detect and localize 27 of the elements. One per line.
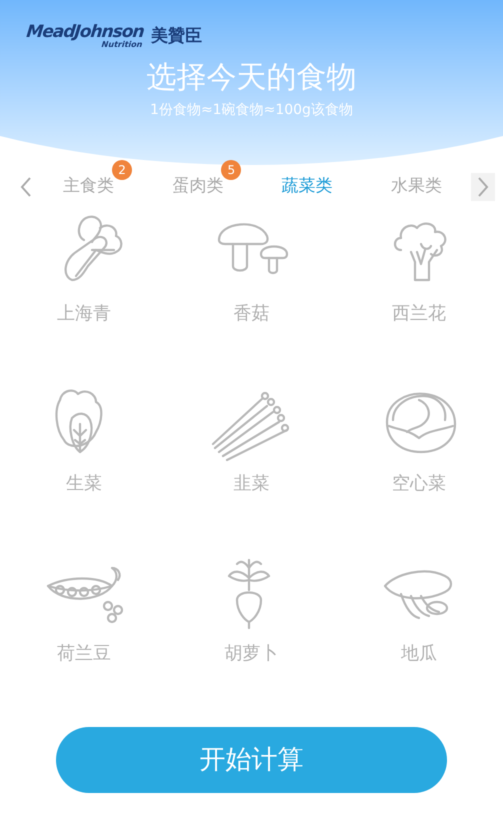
food-item[interactable]: 韭菜 [168, 378, 336, 548]
count-badge: 2 [112, 160, 132, 180]
food-label: 空心菜 [392, 472, 446, 496]
food-item[interactable]: 地瓜 [335, 548, 503, 718]
food-label: 荷兰豆 [56, 642, 111, 666]
food-item[interactable]: 荷兰豆 [0, 548, 168, 718]
food-label: 香菇 [233, 302, 270, 326]
food-item[interactable]: 胡萝卜 [168, 548, 336, 718]
category-tab[interactable]: 蔬菜类 [278, 174, 337, 200]
brand-name: 美贊臣 [151, 25, 202, 48]
food-label: 上海青 [56, 302, 111, 326]
brand-logo-subtitle: Nutrition [101, 41, 143, 50]
start-calculation-button[interactable]: 开始计算 [56, 727, 447, 793]
food-item[interactable]: 香菇 [168, 208, 336, 378]
page-title: 选择今天的食物 [146, 58, 356, 96]
food-label: 韭菜 [233, 472, 270, 496]
brand-logo: MeadJohnson [26, 24, 145, 42]
food-label: 生菜 [66, 472, 102, 496]
food-item[interactable]: 西兰花 [335, 208, 503, 378]
food-item[interactable]: 空心菜 [335, 378, 503, 548]
food-label: 地瓜 [401, 642, 438, 666]
food-label: 西兰花 [392, 302, 446, 326]
category-tab[interactable]: 水果类 [386, 174, 446, 200]
food-label: 胡萝卜 [224, 642, 278, 666]
page-subtitle: 1份食物≈1碗食物≈100g该食物 [150, 100, 353, 120]
food-item[interactable]: 上海青 [0, 208, 168, 378]
food-item[interactable]: 生菜 [0, 378, 168, 548]
